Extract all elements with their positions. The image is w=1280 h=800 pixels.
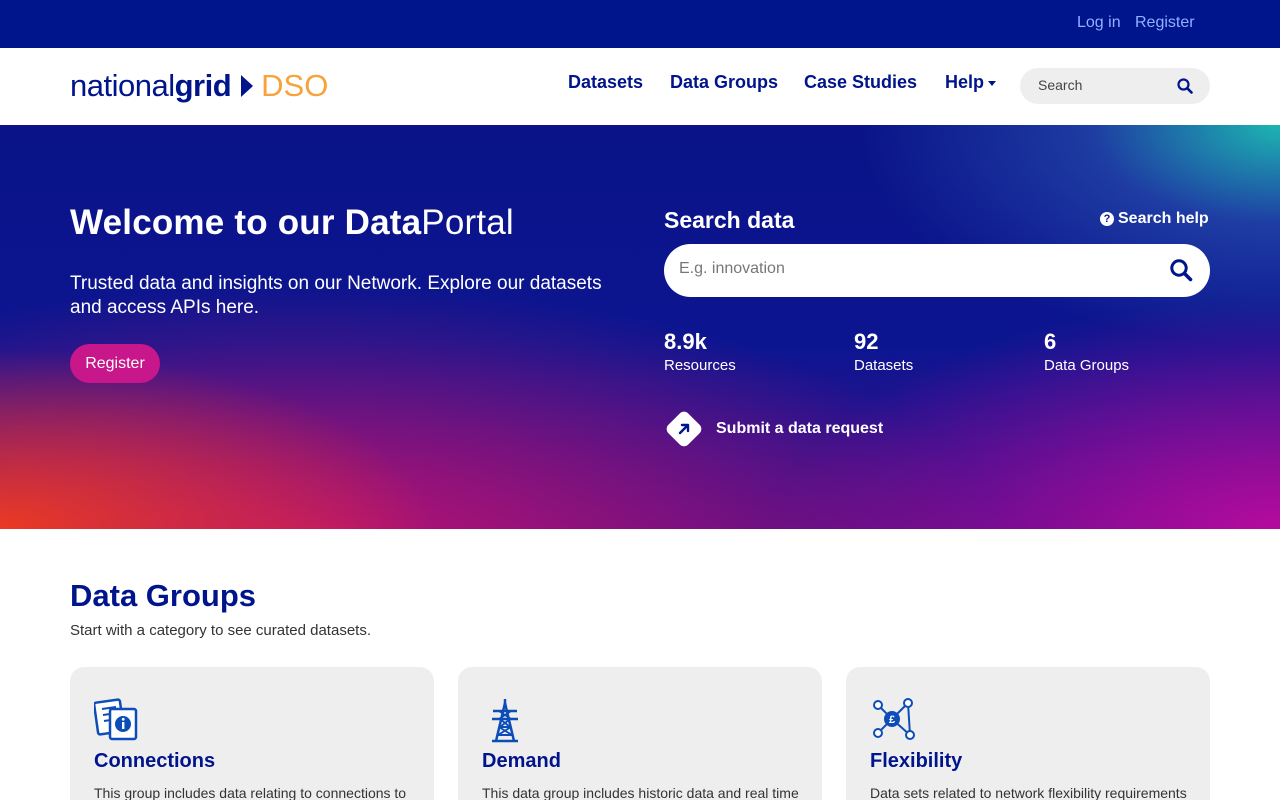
card-description: This data group includes historic data a… (482, 785, 799, 800)
hero-title-bold: Welcome to our Data (70, 203, 422, 242)
hero-title-light: Portal (421, 203, 514, 242)
stat-label: Datasets (854, 357, 914, 374)
search-icon[interactable] (1177, 78, 1193, 94)
data-group-card-connections[interactable]: Connections This group includes data rel… (70, 667, 434, 800)
nav-case-studies[interactable]: Case Studies (804, 72, 917, 93)
data-groups-title: Data Groups (70, 578, 257, 613)
question-circle-icon: ? (1100, 212, 1114, 226)
pylon-icon (492, 699, 518, 743)
hero-lead-text: Trusted data and insights on our Network… (70, 273, 602, 318)
data-search-input[interactable] (679, 260, 1139, 278)
data-search-box (664, 244, 1210, 297)
site-header: national grid DSO Datasets Data Groups C… (0, 48, 1280, 125)
national-grid-dso-logo[interactable]: national grid DSO (70, 68, 328, 104)
register-link[interactable]: Register (1135, 14, 1195, 32)
nav-help-dropdown[interactable]: Help (945, 72, 997, 93)
card-description: This group includes data relating to con… (94, 785, 407, 800)
stat-label: Resources (664, 357, 736, 374)
documents-info-icon (94, 698, 138, 741)
diamond-arrow-icon (664, 409, 704, 449)
submit-data-request-label: Submit a data request (716, 420, 884, 437)
data-group-card-flexibility[interactable]: £ Flexibility Data sets related to netwo… (846, 667, 1210, 800)
stat-value: 92 (854, 329, 879, 354)
flexibility-network-icon: £ (873, 698, 915, 740)
card-title: Flexibility (870, 750, 963, 772)
logo-text-national: national (70, 68, 175, 103)
card-description: Data sets related to network flexibility… (870, 785, 1187, 800)
stat-label: Data Groups (1044, 357, 1130, 374)
card-title: Demand (482, 750, 561, 772)
search-data-title: Search data (664, 207, 795, 233)
chevron-down-icon (988, 81, 997, 86)
logo-arrow-icon (241, 75, 254, 97)
hero-banner: Welcome to our DataPortal Trusted data a… (0, 125, 1280, 529)
search-help-link[interactable]: ? Search help (1100, 210, 1209, 228)
data-groups-subtitle: Start with a category to see curated dat… (70, 622, 371, 639)
nav-data-groups[interactable]: Data Groups (670, 72, 778, 93)
top-bar: Log in Register (0, 0, 1280, 48)
hero-title: Welcome to our DataPortal (70, 203, 514, 243)
stat-resources: 8.9k Resources (664, 329, 736, 374)
data-group-card-demand[interactable]: Demand This data group includes historic… (458, 667, 822, 800)
header-search (1020, 68, 1210, 104)
card-title: Connections (94, 750, 216, 772)
submit-data-request-link[interactable]: Submit a data request (664, 409, 883, 449)
search-icon[interactable] (1169, 258, 1193, 282)
search-help-label: Search help (1118, 210, 1209, 227)
nav-datasets[interactable]: Datasets (568, 72, 643, 93)
nav-help-label: Help (945, 72, 985, 92)
header-search-input[interactable] (1038, 77, 1168, 93)
stat-value: 8.9k (664, 329, 707, 354)
login-link[interactable]: Log in (1077, 14, 1121, 32)
logo-text-dso: DSO (261, 68, 329, 103)
stat-datasets: 92 Datasets (854, 329, 913, 374)
hero-register-button[interactable]: Register (70, 344, 160, 383)
svg-text:£: £ (889, 714, 895, 726)
stat-data-groups: 6 Data Groups (1044, 329, 1129, 374)
stat-value: 6 (1044, 329, 1057, 354)
logo-text-grid: grid (174, 68, 232, 103)
